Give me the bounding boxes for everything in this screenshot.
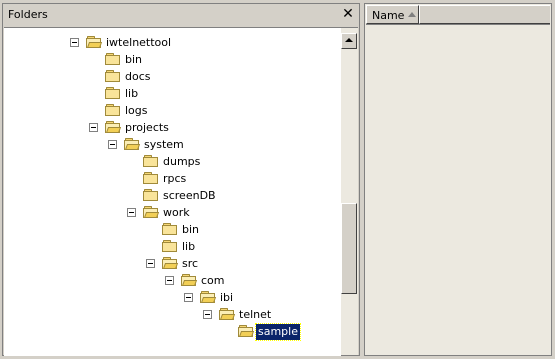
tree-item-lib[interactable]: lib [4,86,334,102]
folder-icon [105,87,121,100]
tree-item-label[interactable]: system [142,137,186,153]
tree-item-label[interactable]: telnet [237,307,273,323]
collapse-icon[interactable] [108,140,117,149]
tree-item-label[interactable]: lib [180,239,197,255]
tree-item-label[interactable]: src [180,256,200,272]
tree-item-ibi[interactable]: ibi [4,290,334,306]
collapse-icon[interactable] [165,276,174,285]
tree-item-rpcs[interactable]: rpcs [4,171,334,187]
folder-icon [105,70,121,83]
file-list[interactable] [366,25,550,354]
close-folders-pane-button[interactable]: ✕ [340,6,356,22]
tree-item-iwtelnettool[interactable]: iwtelnettool [4,35,334,51]
column-header-bar: Name [366,5,550,25]
tree-item-label[interactable]: bin [123,52,144,68]
name-column-header[interactable]: Name [366,5,419,24]
folder-icon [162,240,178,253]
tree-item-com[interactable]: com [4,273,334,289]
open-folder-icon [105,121,122,134]
open-folder-icon [219,308,236,321]
tree-item-label[interactable]: logs [123,103,150,119]
tree-item-label[interactable]: iwtelnettool [104,35,173,51]
tree-item-label[interactable]: work [161,205,192,221]
collapse-icon[interactable] [89,123,98,132]
open-folder-icon [162,257,179,270]
folders-pane-title: Folders [8,8,48,21]
tree-item-label[interactable]: projects [123,120,171,136]
tree-item-logs[interactable]: logs [4,103,334,119]
tree-item-telnet[interactable]: telnet [4,307,334,323]
folder-icon [162,223,178,236]
tree-item-work[interactable]: work [4,205,334,221]
tree-item-work-bin[interactable]: bin [4,222,334,238]
tree-item-docs[interactable]: docs [4,69,334,85]
tree-item-screendb[interactable]: screenDB [4,188,334,204]
collapse-icon[interactable] [70,38,79,47]
explorer-window: Folders ✕ iwtelnettool bin docs lib logs… [0,0,555,359]
open-folder-icon [143,206,160,219]
folders-pane: Folders ✕ iwtelnettool bin docs lib logs… [2,3,360,356]
tree-item-label[interactable]: rpcs [161,171,188,187]
tree-item-bin[interactable]: bin [4,52,334,68]
folders-pane-header: Folders ✕ [3,4,359,26]
collapse-icon[interactable] [146,259,155,268]
scroll-up-button[interactable] [341,33,357,49]
open-folder-icon [124,138,141,151]
tree-item-label[interactable]: com [199,273,227,289]
tree-item-label[interactable]: ibi [218,290,235,306]
folder-icon [105,53,121,66]
open-folder-icon [181,274,198,287]
tree-item-label[interactable]: bin [180,222,201,238]
open-folder-icon [86,36,103,49]
empty-column-header [419,5,550,24]
tree-item-dumps[interactable]: dumps [4,154,334,170]
tree-item-sample[interactable]: sample [4,323,334,341]
tree-item-label[interactable]: screenDB [161,188,218,204]
collapse-icon[interactable] [203,310,212,319]
tree-item-system[interactable]: system [4,137,334,153]
folder-icon [143,172,159,185]
folder-icon [143,189,159,202]
scroll-thumb[interactable] [341,203,357,294]
tree-item-src[interactable]: src [4,256,334,272]
tree-item-label[interactable]: docs [123,69,153,85]
folder-icon [105,104,121,117]
folder-tree-scrollbar[interactable] [341,27,358,355]
name-column-label: Name [372,9,405,22]
tree-item-label[interactable]: dumps [161,154,202,170]
open-folder-icon [238,325,255,338]
tree-item-label[interactable]: lib [123,86,140,102]
open-folder-icon [200,291,217,304]
tree-item-label-selected[interactable]: sample [255,323,301,341]
collapse-icon[interactable] [184,293,193,302]
collapse-icon[interactable] [127,208,136,217]
tree-item-work-lib[interactable]: lib [4,239,334,255]
file-list-pane: Name [364,3,552,356]
folder-tree[interactable]: iwtelnettool bin docs lib logs projects … [4,27,341,356]
folder-icon [143,155,159,168]
sort-ascending-icon [408,12,416,17]
tree-item-projects[interactable]: projects [4,120,334,136]
